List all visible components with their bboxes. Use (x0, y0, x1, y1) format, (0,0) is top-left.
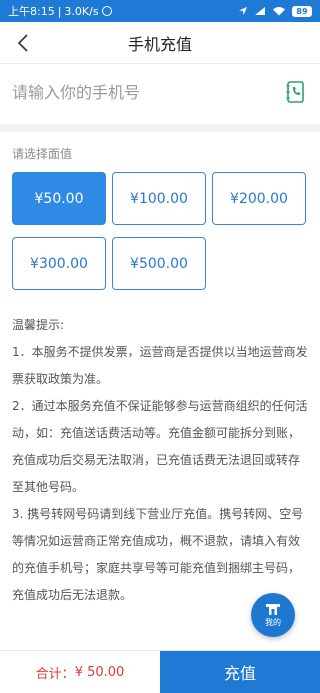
amount-option-50[interactable]: ¥50.00 (12, 172, 106, 225)
recharge-button[interactable]: 充值 (160, 651, 320, 693)
amount-option-200[interactable]: ¥200.00 (212, 172, 306, 225)
total-amount: 合计： ¥ 50.00 (0, 651, 160, 693)
amount-option-300[interactable]: ¥300.00 (12, 237, 106, 290)
section-divider (0, 124, 320, 132)
tips-section: 温馨提示: 1．本服务不提供发票，运营商是否提供以当地运营商发票获取政策为准。 … (12, 312, 310, 609)
recharge-screen: 上午8:15 | 3.0K/s 89 手机充值 请输入你的手机号 请选择面值 ¥… (0, 0, 320, 693)
wifi-icon (273, 7, 285, 16)
tip-item: 3. 携号转网号码请到线下营业厅充值。携号转网、空号等情况如运营商正常充值成功，… (12, 507, 304, 602)
tip-item: 1．本服务不提供发票，运营商是否提供以当地运营商发票获取政策为准。 (12, 345, 308, 386)
total-label: 合计： (35, 666, 75, 682)
amount-option-500[interactable]: ¥500.00 (112, 237, 206, 290)
status-time: 上午8:15 (8, 5, 55, 18)
status-separator: | (57, 4, 62, 18)
status-left: 上午8:15 | 3.0K/s (8, 3, 112, 19)
status-right: 89 (238, 5, 312, 17)
network-speed: 3.0K/s (64, 4, 99, 18)
mine-floating-button[interactable]: 我的 (251, 593, 295, 637)
shop-icon (266, 603, 280, 615)
amount-option-100[interactable]: ¥100.00 (112, 172, 206, 225)
mine-label: 我的 (265, 617, 281, 627)
phone-input[interactable] (12, 82, 284, 102)
tips-title: 温馨提示: (12, 318, 65, 332)
amount-section-label: 请选择面值 (12, 147, 73, 161)
chevron-left-icon (17, 34, 28, 52)
back-button[interactable] (8, 28, 38, 58)
location-icon (239, 7, 247, 15)
page-title: 手机充值 (127, 34, 192, 54)
tip-item: 2．通过本服务充值不保证能够参与运营商组织的任何活动，如：充值送话费活动等。充值… (12, 399, 308, 494)
contacts-book-icon[interactable] (284, 80, 308, 104)
phone-row (0, 64, 320, 120)
battery-icon: 89 (292, 5, 312, 17)
total-value: ¥ 50.00 (74, 664, 125, 680)
nav-bar: 手机充值 (0, 22, 320, 64)
status-bar: 上午8:15 | 3.0K/s 89 (0, 0, 320, 22)
signal-icon (255, 7, 265, 15)
amount-grid: ¥50.00 ¥100.00 ¥200.00 ¥300.00 ¥500.00 (12, 172, 308, 290)
bottom-bar: 合计： ¥ 50.00 充值 (0, 650, 320, 693)
alarm-icon (101, 6, 112, 16)
